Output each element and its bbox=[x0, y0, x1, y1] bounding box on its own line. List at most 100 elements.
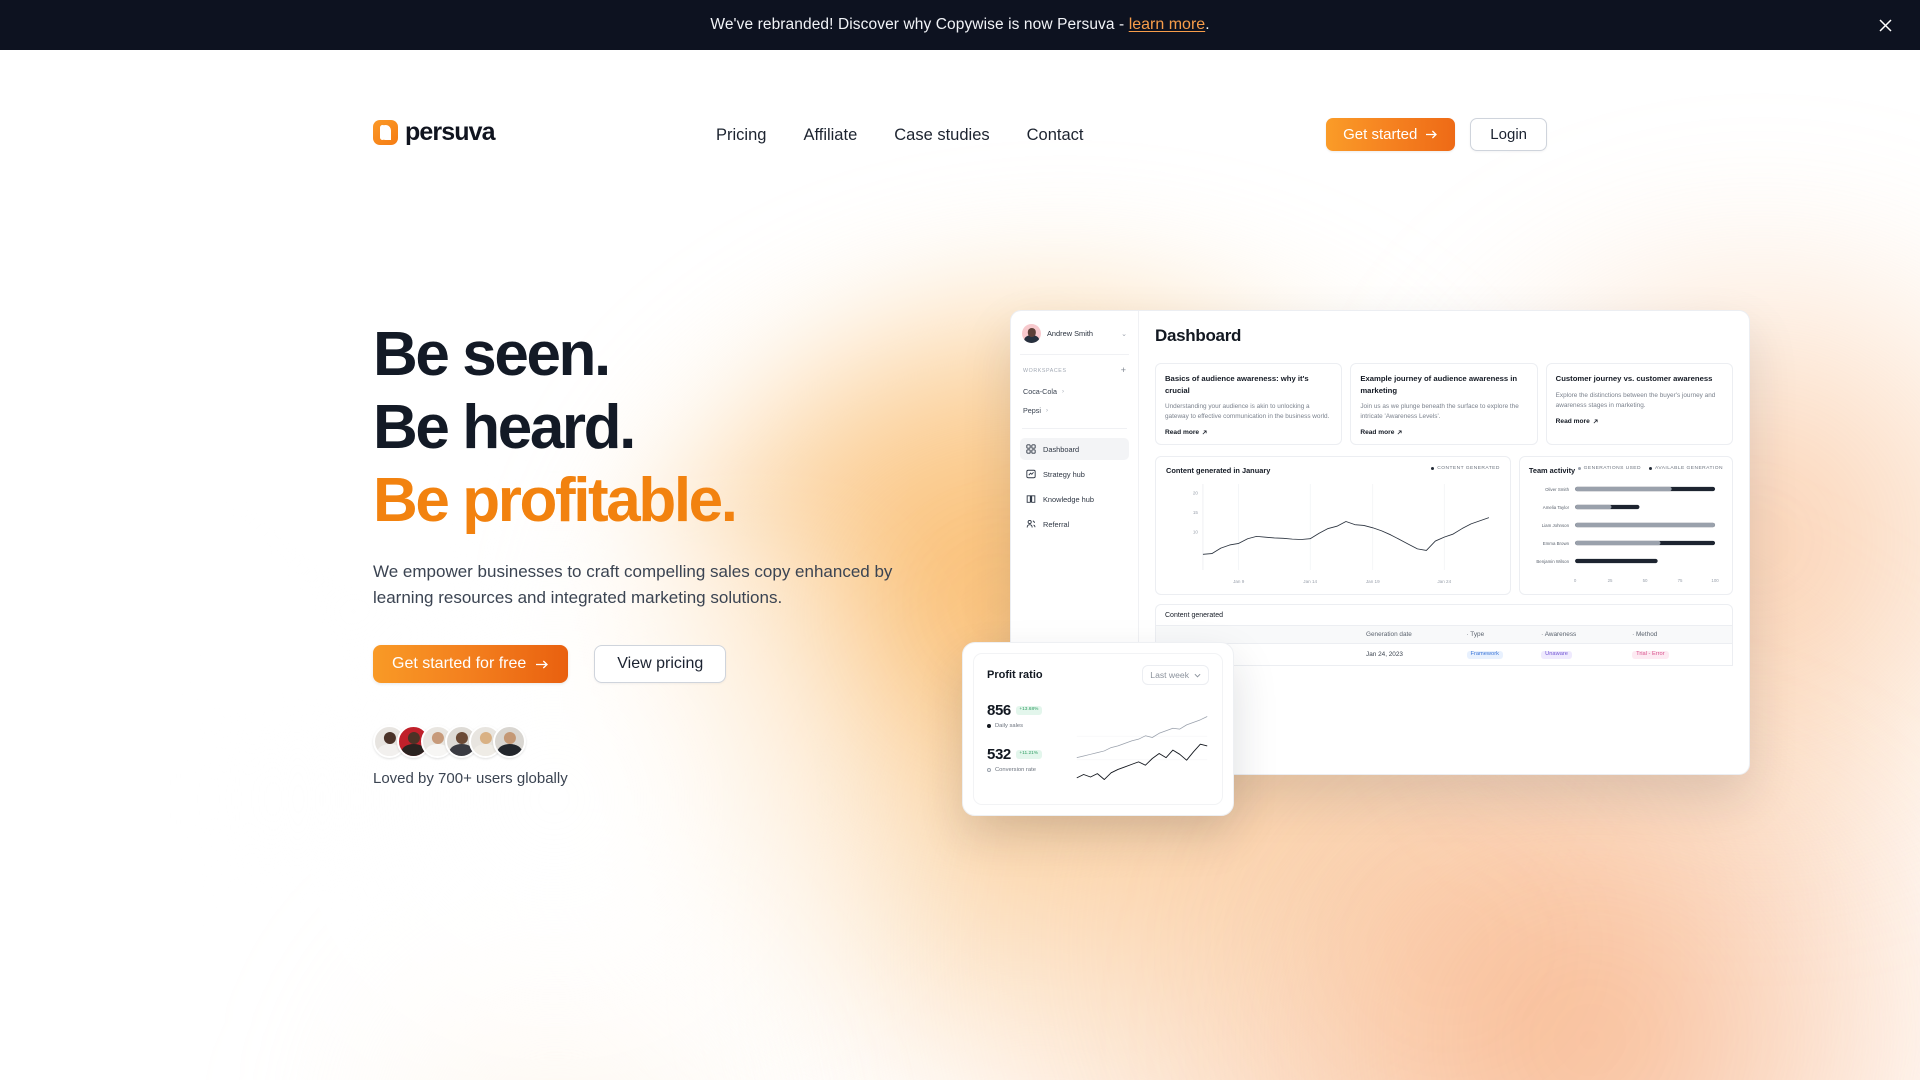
cell-awareness: Unaware bbox=[1541, 650, 1632, 660]
svg-text:Benjamin Wilson: Benjamin Wilson bbox=[1536, 559, 1569, 564]
divider bbox=[1022, 428, 1127, 429]
page-title: Be seen. Be heard. Be profitable. bbox=[373, 318, 993, 537]
cell-method: Trial - Error bbox=[1632, 650, 1723, 660]
column-header-awareness: · Awareness bbox=[1541, 631, 1577, 638]
dashboard-panels: Content generated in January CONTENT GEN… bbox=[1155, 456, 1733, 595]
logo-text: persuva bbox=[405, 118, 495, 146]
legend-item: GENERATIONS USED bbox=[1577, 466, 1642, 471]
profit-ratio-card: Profit ratio Last week 856 +13.68% Daily… bbox=[962, 642, 1234, 816]
social-proof: Loved by 700+ users globally bbox=[373, 725, 993, 787]
legend-swatch bbox=[1431, 467, 1435, 470]
persuva-logo-mark-icon bbox=[373, 120, 398, 145]
user-menu[interactable]: Andrew Smith ⌄ bbox=[1020, 324, 1129, 355]
arrow-right-icon bbox=[536, 660, 549, 668]
chart-legend: CONTENT GENERATED bbox=[1431, 466, 1500, 471]
article-heading: Customer journey vs. customer awareness bbox=[1555, 374, 1713, 383]
legend-swatch bbox=[1577, 467, 1581, 470]
read-more-link[interactable]: Read more bbox=[1165, 429, 1332, 436]
team-activity-panel: Team activity GENERATIONS USED AVAILABLE… bbox=[1518, 456, 1733, 595]
plus-icon[interactable]: + bbox=[1121, 366, 1126, 375]
legend-label: GENERATIONS USED bbox=[1583, 466, 1642, 471]
profit-chart-canvas bbox=[1076, 716, 1208, 780]
login-button[interactable]: Login bbox=[1470, 118, 1547, 151]
sidebar-item-referral[interactable]: Referral bbox=[1020, 513, 1129, 535]
stat-daily-sales: 856 +13.68% Daily sales bbox=[987, 702, 1065, 729]
user-name: Andrew Smith bbox=[1047, 329, 1094, 338]
book-icon bbox=[1026, 495, 1036, 503]
profit-card-title: Profit ratio bbox=[987, 669, 1043, 681]
date-range-value: Last week bbox=[1150, 670, 1189, 680]
get-started-free-button[interactable]: Get started for free bbox=[373, 645, 569, 683]
view-pricing-button[interactable]: View pricing bbox=[594, 645, 727, 683]
profit-card-inner: Profit ratio Last week 856 +13.68% Daily… bbox=[973, 653, 1223, 805]
legend-swatch bbox=[1649, 467, 1653, 470]
users-icon bbox=[1026, 519, 1036, 528]
nav-item-pricing[interactable]: Pricing bbox=[716, 126, 766, 145]
read-more-link[interactable]: Read more bbox=[1556, 418, 1723, 425]
hero-subheading: We empower businesses to craft compellin… bbox=[373, 562, 893, 607]
get-started-free-label: Get started for free bbox=[392, 655, 527, 672]
column-header-type: · Type bbox=[1466, 631, 1485, 638]
article-card[interactable]: Customer journey vs. customer awareness … bbox=[1545, 363, 1733, 445]
table-header-row: Generation date · Type · Awareness · Met… bbox=[1156, 625, 1732, 644]
banner-text: We've rebranded! Discover why Copywise i… bbox=[710, 16, 1129, 33]
grid-icon bbox=[1026, 444, 1036, 454]
legend-label: AVAILABLE GENERATION bbox=[1655, 466, 1723, 471]
status-badge: Trial - Error bbox=[1632, 650, 1669, 660]
close-icon[interactable] bbox=[1872, 12, 1898, 38]
svg-text:25: 25 bbox=[1607, 578, 1612, 583]
stat-conversion-rate: 532 +11.21% Conversion rate bbox=[987, 746, 1065, 773]
profit-stats: 856 +13.68% Daily sales 532 +11.21% Conv… bbox=[987, 702, 1065, 794]
sidebar-item-strategy-hub[interactable]: Strategy hub bbox=[1020, 463, 1129, 485]
article-card[interactable]: Basics of audience awareness: why it's c… bbox=[1155, 363, 1343, 445]
workspace-label: Pepsi bbox=[1023, 406, 1041, 415]
nav-item-affiliate[interactable]: Affiliate bbox=[803, 126, 857, 145]
svg-text:Jan 14: Jan 14 bbox=[1303, 579, 1317, 584]
stat-value: 856 bbox=[987, 702, 1011, 719]
workspace-label: Coca-Cola bbox=[1023, 387, 1057, 396]
chart-title: Content generated in January bbox=[1166, 466, 1271, 475]
article-card[interactable]: Example journey of audience awareness in… bbox=[1350, 363, 1538, 445]
workspaces-label: WORKSPACES bbox=[1023, 367, 1067, 374]
avatar-group bbox=[373, 725, 993, 758]
chevron-right-icon: › bbox=[1045, 407, 1048, 414]
read-more-link[interactable]: Read more bbox=[1360, 429, 1527, 436]
sidebar-item-label: Referral bbox=[1043, 519, 1070, 529]
date-range-select[interactable]: Last week bbox=[1142, 665, 1209, 685]
svg-text:100: 100 bbox=[1711, 578, 1719, 583]
read-more-label: Read more bbox=[1555, 417, 1590, 425]
headline-line-1: Be seen. bbox=[373, 320, 611, 389]
sidebar-item-knowledge-hub[interactable]: Knowledge hub bbox=[1020, 488, 1129, 510]
workspace-item-pepsi[interactable]: Pepsi › bbox=[1020, 401, 1129, 420]
cell-type: Framework bbox=[1466, 650, 1542, 660]
nav-item-case-studies[interactable]: Case studies bbox=[894, 126, 989, 145]
stat-value: 532 bbox=[987, 746, 1011, 763]
team-bar-chart-canvas: Oliver Smith Amelia Taylor Liam Johnson Emm… bbox=[1536, 486, 1719, 583]
arrow-up-right-icon bbox=[1202, 430, 1207, 435]
stat-value-row: 532 +11.21% bbox=[987, 746, 1065, 763]
workspace-item-coca-cola[interactable]: Coca-Cola › bbox=[1020, 382, 1129, 401]
banner-learn-more-link[interactable]: learn more bbox=[1129, 16, 1205, 33]
nav-item-contact[interactable]: Contact bbox=[1027, 126, 1084, 145]
sidebar-item-label: Dashboard bbox=[1043, 444, 1080, 454]
svg-text:Emma Brown: Emma Brown bbox=[1543, 541, 1570, 546]
header-actions: Get started Login bbox=[1326, 118, 1547, 151]
svg-text:75: 75 bbox=[1677, 578, 1682, 583]
headline-line-3: Be profitable. bbox=[373, 466, 738, 535]
table-row[interactable]: Targeting cold audience Jan 24, 2023 Fra… bbox=[1156, 644, 1732, 665]
read-more-label: Read more bbox=[1360, 429, 1395, 436]
svg-text:10: 10 bbox=[1193, 529, 1199, 534]
legend-label: CONTENT GENERATED bbox=[1437, 466, 1500, 471]
sidebar-item-dashboard[interactable]: Dashboard bbox=[1020, 438, 1129, 460]
profit-sparkline bbox=[1075, 702, 1209, 794]
article-heading: Basics of audience awareness: why it's c… bbox=[1165, 374, 1309, 395]
profit-card-header: Profit ratio Last week bbox=[987, 665, 1209, 685]
dashboard-title: Dashboard bbox=[1155, 326, 1242, 345]
sidebar-item-label: Strategy hub bbox=[1043, 469, 1085, 479]
team-title: Team activity bbox=[1528, 466, 1576, 475]
get-started-button[interactable]: Get started bbox=[1326, 118, 1456, 151]
logo[interactable]: persuva bbox=[373, 118, 495, 147]
chevron-right-icon: › bbox=[1061, 388, 1064, 395]
arrow-right-icon bbox=[1426, 130, 1438, 139]
banner-text-end: . bbox=[1205, 16, 1210, 33]
